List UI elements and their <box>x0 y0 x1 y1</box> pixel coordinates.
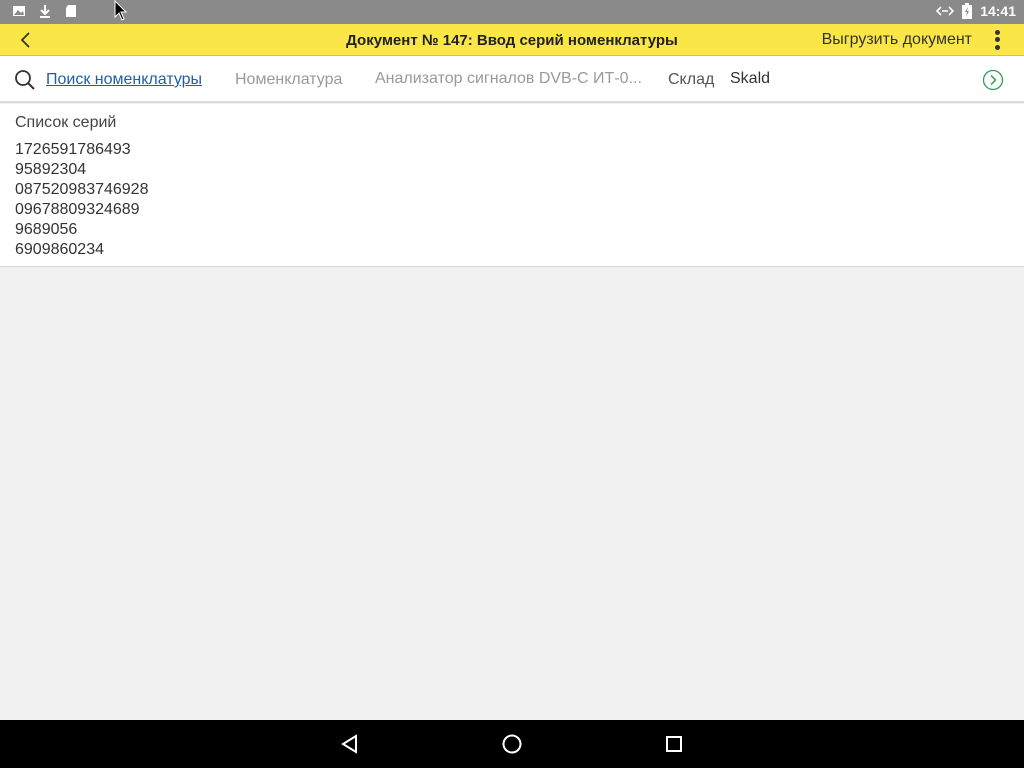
app-header: Документ № 147: Ввод серий номенклатуры … <box>0 24 1024 56</box>
navigation-bar <box>0 720 1024 768</box>
sd-card-icon <box>66 5 76 17</box>
nav-recents-icon[interactable] <box>662 732 686 756</box>
search-nomenclature-link[interactable]: Поиск номенклатуры <box>46 71 202 89</box>
data-sync-icon <box>936 6 955 16</box>
list-item[interactable]: 087520983746928 <box>15 180 1009 200</box>
warehouse-value[interactable]: Skald <box>730 70 770 88</box>
series-list-label: Список серий <box>15 114 117 131</box>
more-menu-icon[interactable] <box>990 28 1004 52</box>
chevron-right-circle-icon[interactable] <box>982 69 1004 91</box>
search-icon[interactable] <box>14 69 36 91</box>
nav-back-icon[interactable] <box>338 732 362 756</box>
series-list: 1726591786493 95892304 087520983746928 0… <box>15 140 1009 260</box>
list-item[interactable]: 9689056 <box>15 220 1009 240</box>
battery-charging-icon <box>962 3 973 19</box>
status-bar: 14:41 <box>0 0 1024 24</box>
warehouse-label: Склад <box>668 71 715 88</box>
list-item[interactable]: 1726591786493 <box>15 140 1009 160</box>
image-icon <box>13 6 25 16</box>
list-item[interactable]: 95892304 <box>15 160 1009 180</box>
series-panel: Список серий 1726591786493 95892304 0875… <box>0 104 1024 267</box>
nomenclature-value[interactable]: Анализатор сигналов DVB-C ИТ-0... <box>375 70 657 88</box>
nav-home-icon[interactable] <box>500 732 524 756</box>
list-item[interactable]: 09678809324689 <box>15 200 1009 220</box>
list-item[interactable]: 6909860234 <box>15 240 1009 260</box>
back-icon[interactable] <box>14 30 38 50</box>
export-document-button[interactable]: Выгрузить документ <box>822 31 972 49</box>
status-time: 14:41 <box>980 3 1016 19</box>
mouse-cursor-icon <box>114 0 128 21</box>
filter-bar: Поиск номенклатуры Номенклатура Анализат… <box>0 56 1024 103</box>
download-icon <box>40 5 50 18</box>
nomenclature-label: Номенклатура <box>235 71 343 88</box>
